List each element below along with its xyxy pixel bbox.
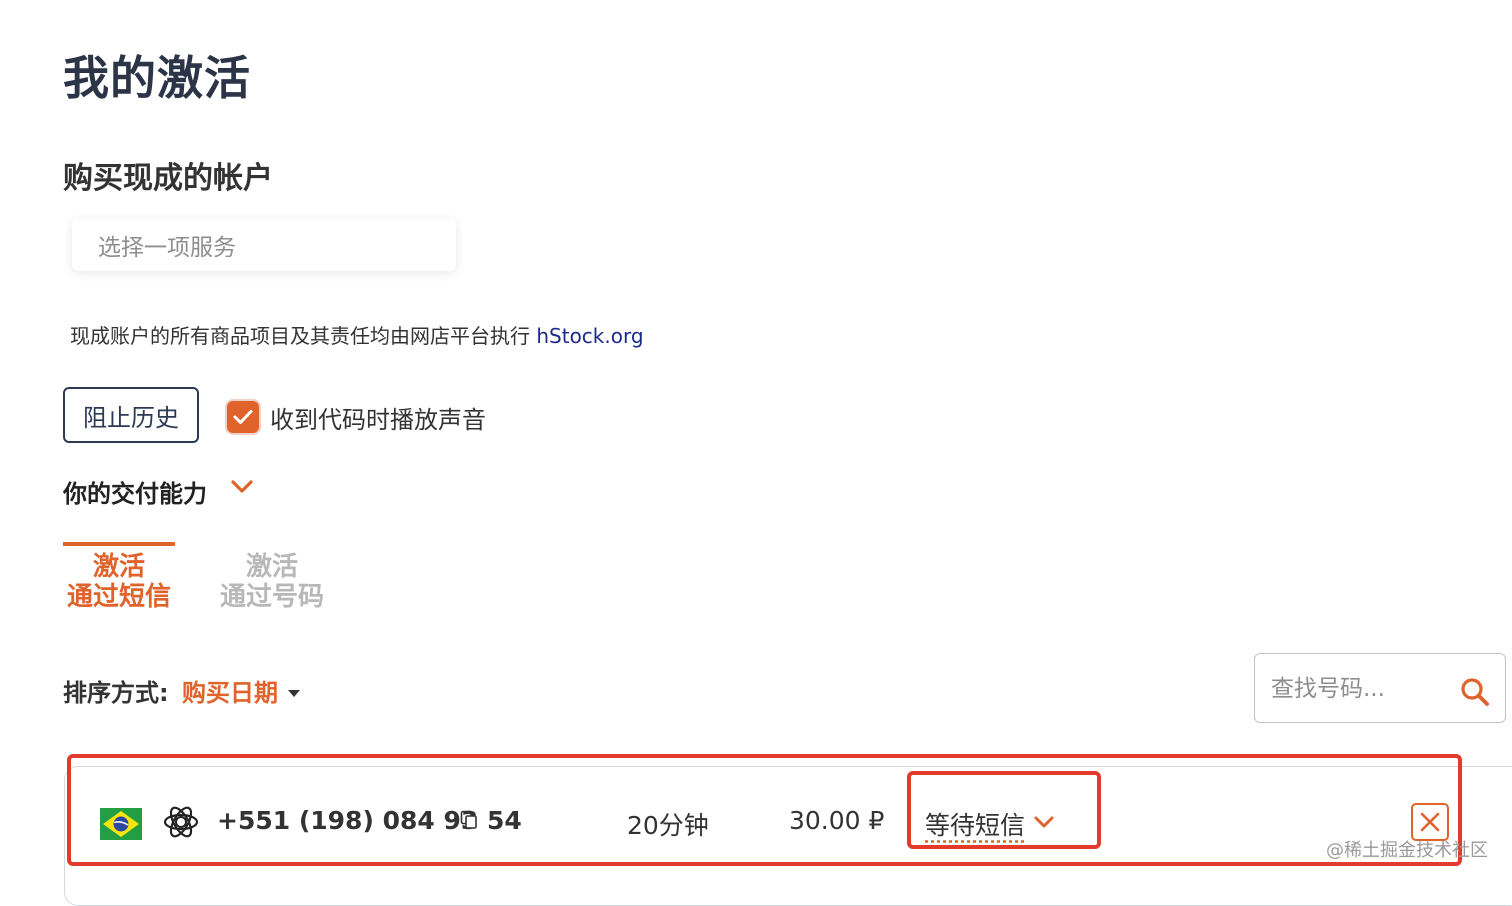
block-history-button[interactable]: 阻止历史 xyxy=(63,387,199,443)
delivery-ability-label: 你的交付能力 xyxy=(63,480,207,508)
service-select[interactable]: 选择一项服务 xyxy=(72,219,456,271)
disclaimer: 现成账户的所有商品项目及其责任均由网店平台执行 hStock.org xyxy=(70,320,644,349)
hstock-link[interactable]: hStock.org xyxy=(536,324,643,348)
tab-activate-by-sms[interactable]: 激活 通过短信 xyxy=(63,542,175,612)
sort-label: 排序方式: xyxy=(63,679,169,707)
service-select-placeholder: 选择一项服务 xyxy=(98,235,236,261)
sort-dropdown[interactable]: 购买日期 xyxy=(182,673,278,708)
tab-number-line2: 通过号码 xyxy=(219,582,324,612)
chevron-down-icon[interactable] xyxy=(229,478,255,500)
buy-accounts-heading: 购买现成的帐户 xyxy=(63,161,273,196)
sound-checkbox-label: 收到代码时播放声音 xyxy=(270,406,486,434)
watermark: @稀土掘金技术社区 xyxy=(1326,840,1488,861)
search-box xyxy=(1254,653,1506,723)
tab-number-line1: 激活 xyxy=(245,552,298,582)
checkmark-icon xyxy=(233,410,253,424)
tab-activate-by-number[interactable]: 激活 通过号码 xyxy=(216,546,328,612)
search-icon[interactable] xyxy=(1459,676,1491,712)
tab-sms-line2: 通过短信 xyxy=(66,582,171,612)
tab-sms-line1: 激活 xyxy=(92,552,145,582)
search-input[interactable] xyxy=(1269,672,1453,706)
sound-checkbox[interactable] xyxy=(227,401,259,433)
highlight-outline-row xyxy=(67,754,1462,866)
caret-down-icon[interactable] xyxy=(287,683,301,702)
highlight-outline-status xyxy=(907,771,1101,849)
disclaimer-text: 现成账户的所有商品项目及其责任均由网店平台执行 xyxy=(70,324,537,348)
page-title: 我的激活 xyxy=(63,51,251,105)
